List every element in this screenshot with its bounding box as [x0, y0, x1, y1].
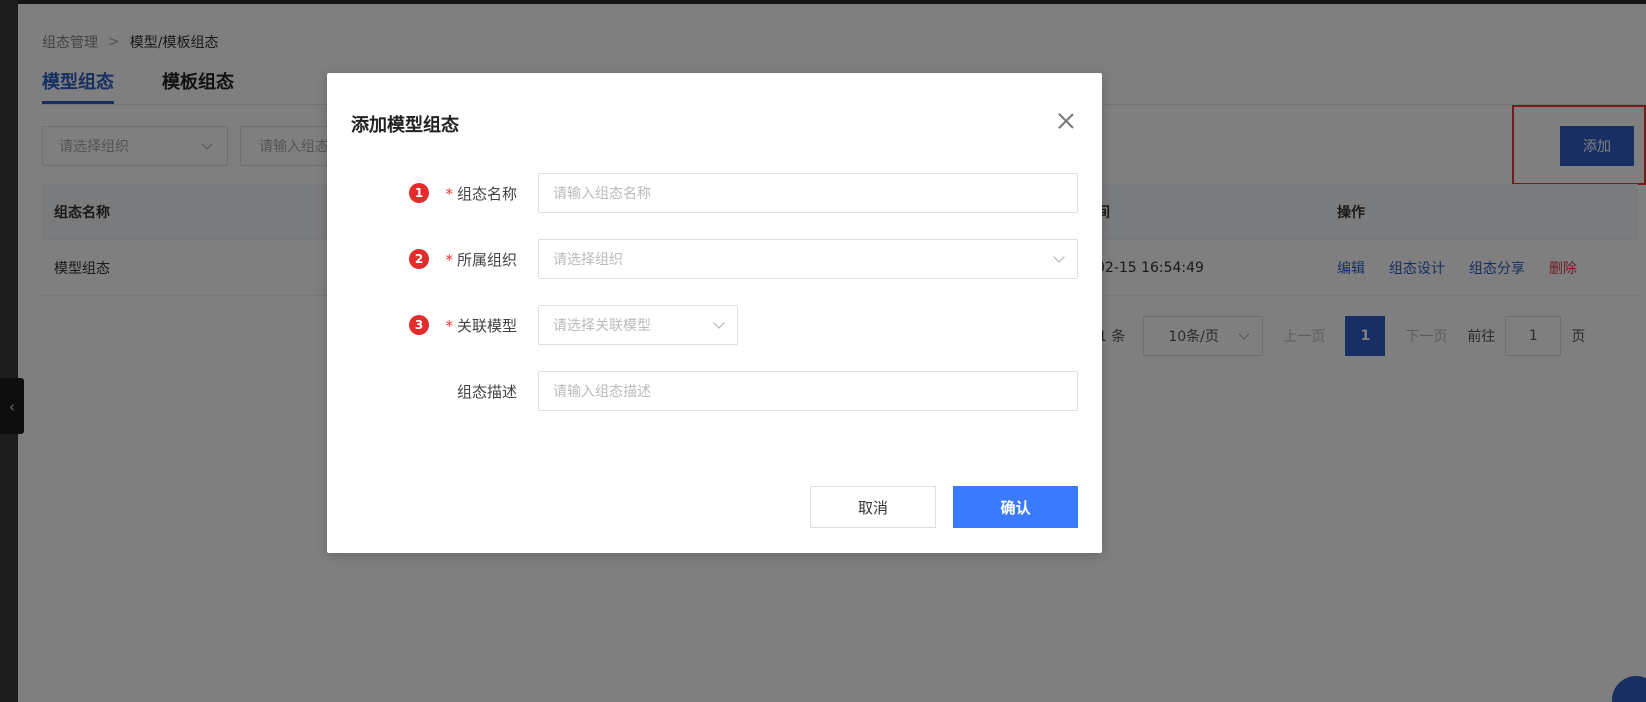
required-mark: * [445, 317, 453, 335]
form-row-desc: 组态描述 请输入组态描述 [327, 371, 1102, 411]
field-label: * 所属组织 [445, 249, 517, 270]
add-config-dialog: 添加模型组态 1 * 组态名称 请输入组态名称 2 * 所属组织 请选择组织 3 *… [327, 73, 1102, 553]
form-row-org: 2 * 所属组织 请选择组织 [327, 239, 1102, 279]
chevron-down-icon [713, 317, 725, 329]
org-select[interactable]: 请选择组织 [538, 239, 1078, 279]
form-row-name: 1 * 组态名称 请输入组态名称 [327, 173, 1102, 213]
step-badge: 1 [409, 183, 429, 203]
confirm-button[interactable]: 确认 [953, 486, 1078, 528]
select-placeholder: 请选择组织 [553, 252, 623, 268]
label-text: 组态名称 [456, 185, 517, 203]
step-badge: 3 [409, 315, 429, 335]
chevron-down-icon [1053, 251, 1065, 263]
label-text: 关联模型 [456, 317, 517, 335]
label-text: 所属组织 [456, 251, 517, 269]
config-desc-input[interactable]: 请输入组态描述 [538, 371, 1078, 411]
required-mark: * [445, 251, 453, 269]
step-badge: 2 [409, 249, 429, 269]
close-icon[interactable] [1054, 109, 1078, 133]
field-label: * 关联模型 [445, 315, 517, 336]
required-mark: * [445, 185, 453, 203]
field-label: 组态描述 [456, 383, 517, 401]
field-label: * 组态名称 [445, 183, 517, 204]
model-select[interactable]: 请选择关联模型 [538, 305, 738, 345]
select-placeholder: 请选择关联模型 [553, 318, 651, 334]
cancel-button[interactable]: 取消 [810, 486, 936, 528]
dialog-title: 添加模型组态 [351, 115, 459, 136]
input-placeholder: 请输入组态名称 [553, 186, 651, 202]
form-row-model: 3 * 关联模型 请选择关联模型 [327, 305, 1102, 345]
config-name-input[interactable]: 请输入组态名称 [538, 173, 1078, 213]
app-window: 组态管理 > 模型/模板组态 模型组态 模板组态 请选择组织 请输入组态名称 添… [0, 0, 1646, 702]
input-placeholder: 请输入组态描述 [553, 384, 651, 400]
